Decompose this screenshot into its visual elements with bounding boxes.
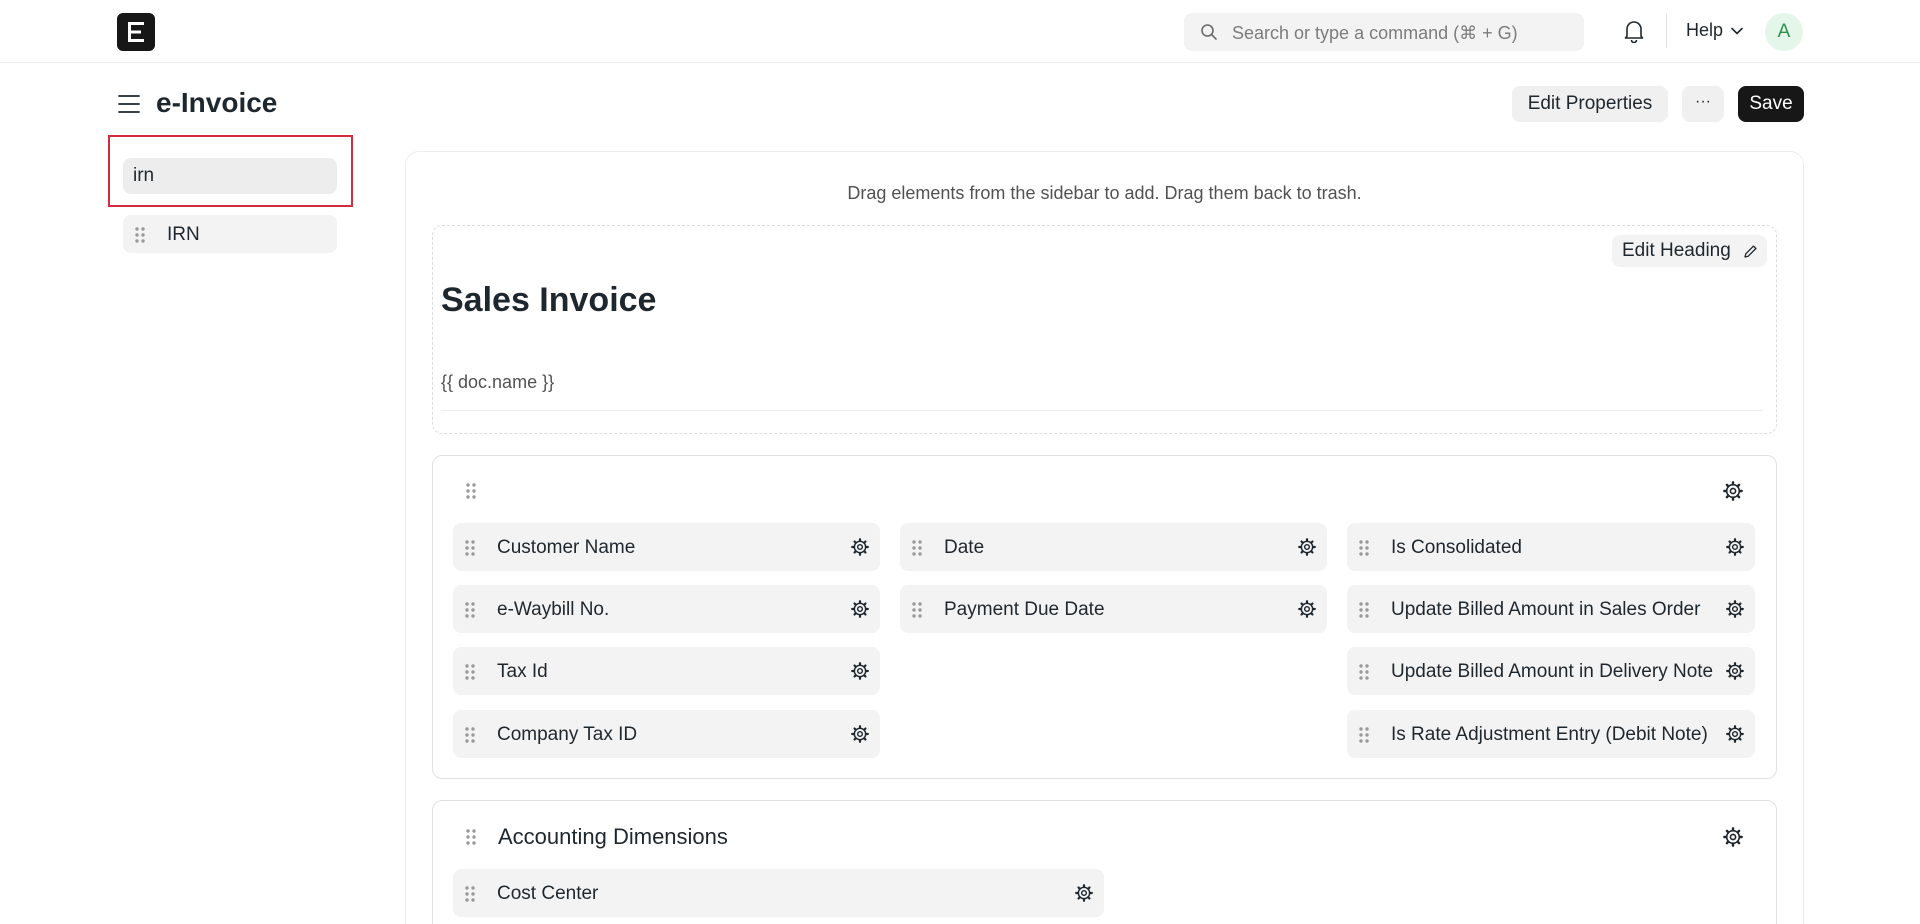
- field-label: Is Consolidated: [1391, 537, 1522, 558]
- drag-handle-icon[interactable]: [465, 664, 475, 680]
- section-title: Accounting Dimensions: [498, 824, 728, 849]
- sidebar-field-label: IRN: [167, 224, 200, 245]
- section-drag-handle-icon[interactable]: [466, 483, 476, 499]
- field-is-consolidated[interactable]: Is Consolidated: [1347, 523, 1755, 571]
- drag-handle-icon[interactable]: [465, 727, 475, 743]
- help-menu[interactable]: Help: [1686, 20, 1723, 41]
- more-actions-button[interactable]: ···: [1682, 86, 1724, 122]
- chevron-down-icon[interactable]: [1731, 27, 1743, 35]
- field-label: Cost Center: [497, 883, 599, 904]
- drag-handle-icon[interactable]: [135, 227, 145, 243]
- field-settings-gear-icon[interactable]: [1726, 538, 1744, 556]
- field-company-tax-id[interactable]: Company Tax ID: [453, 710, 880, 758]
- search-icon: [1201, 24, 1217, 40]
- heading-divider: [441, 410, 1763, 411]
- search-bar[interactable]: Search or type a command (⌘ + G): [1184, 13, 1584, 51]
- notification-bell-icon[interactable]: [1623, 19, 1645, 43]
- edit-properties-button[interactable]: Edit Properties: [1512, 86, 1668, 122]
- search-placeholder: Search or type a command (⌘ + G): [1232, 23, 1518, 43]
- page-title: e-Invoice: [156, 87, 278, 118]
- field-label: Update Billed Amount in Delivery Note: [1391, 661, 1714, 682]
- drag-handle-icon[interactable]: [465, 602, 475, 618]
- sidebar-toggle-icon[interactable]: [118, 94, 140, 114]
- field-search-input[interactable]: irn: [123, 158, 337, 194]
- field-label: Tax Id: [497, 661, 548, 682]
- app-logo[interactable]: [117, 13, 155, 51]
- field-label: Is Rate Adjustment Entry (Debit Note): [1391, 724, 1708, 745]
- field-update-billed-amount-delivery-note[interactable]: Update Billed Amount in Delivery Note: [1347, 647, 1755, 695]
- field-settings-gear-icon[interactable]: [1726, 662, 1744, 680]
- field-settings-gear-icon[interactable]: [851, 662, 869, 680]
- field-cost-center[interactable]: Cost Center: [453, 869, 1104, 917]
- field-label: Update Billed Amount in Sales Order: [1391, 599, 1701, 620]
- pencil-icon: [1744, 245, 1757, 258]
- field-date[interactable]: Date: [900, 523, 1327, 571]
- canvas-hint: Drag elements from the sidebar to add. D…: [847, 183, 1362, 203]
- edit-heading-label: Edit Heading: [1622, 240, 1731, 261]
- user-avatar[interactable]: A: [1765, 13, 1803, 51]
- navbar-divider: [1666, 14, 1667, 48]
- field-tax-id[interactable]: Tax Id: [453, 647, 880, 695]
- field-settings-gear-icon[interactable]: [851, 538, 869, 556]
- save-button[interactable]: Save: [1738, 86, 1804, 122]
- field-settings-gear-icon[interactable]: [1726, 725, 1744, 743]
- field-label: e-Waybill No.: [497, 599, 610, 620]
- logo-icon: [128, 22, 144, 42]
- drag-handle-icon[interactable]: [1359, 664, 1369, 680]
- field-customer-name[interactable]: Customer Name: [453, 523, 880, 571]
- field-settings-gear-icon[interactable]: [851, 600, 869, 618]
- field-settings-gear-icon[interactable]: [1075, 884, 1093, 902]
- drag-handle-icon[interactable]: [1359, 727, 1369, 743]
- section-drag-handle-icon[interactable]: [466, 829, 476, 845]
- document-subheading: {{ doc.name }}: [441, 372, 555, 392]
- drag-handle-icon[interactable]: [1359, 540, 1369, 556]
- section-settings-gear-icon[interactable]: [1723, 481, 1743, 501]
- field-e-waybill-no[interactable]: e-Waybill No.: [453, 585, 880, 633]
- field-label: Company Tax ID: [497, 724, 638, 745]
- field-payment-due-date[interactable]: Payment Due Date: [900, 585, 1327, 633]
- edit-heading-button[interactable]: Edit Heading: [1612, 235, 1767, 267]
- field-settings-gear-icon[interactable]: [1298, 538, 1316, 556]
- field-label: Date: [944, 537, 985, 558]
- field-update-billed-amount-sales-order[interactable]: Update Billed Amount in Sales Order: [1347, 585, 1755, 633]
- field-settings-gear-icon[interactable]: [1726, 600, 1744, 618]
- drag-handle-icon[interactable]: [912, 540, 922, 556]
- navbar: Search or type a command (⌘ + G) Help A: [0, 0, 1920, 63]
- section-settings-gear-icon[interactable]: [1723, 827, 1743, 847]
- drag-handle-icon[interactable]: [465, 540, 475, 556]
- field-settings-gear-icon[interactable]: [1298, 600, 1316, 618]
- field-settings-gear-icon[interactable]: [851, 725, 869, 743]
- field-label: Payment Due Date: [944, 599, 1105, 620]
- field-label: Customer Name: [497, 537, 636, 558]
- heading-block[interactable]: [432, 225, 1777, 434]
- sidebar-field-irn[interactable]: IRN: [123, 215, 337, 253]
- drag-handle-icon[interactable]: [912, 602, 922, 618]
- field-is-rate-adjustment-entry[interactable]: Is Rate Adjustment Entry (Debit Note): [1347, 710, 1755, 758]
- document-heading: Sales Invoice: [441, 281, 657, 319]
- drag-handle-icon[interactable]: [1359, 602, 1369, 618]
- drag-handle-icon[interactable]: [465, 886, 475, 902]
